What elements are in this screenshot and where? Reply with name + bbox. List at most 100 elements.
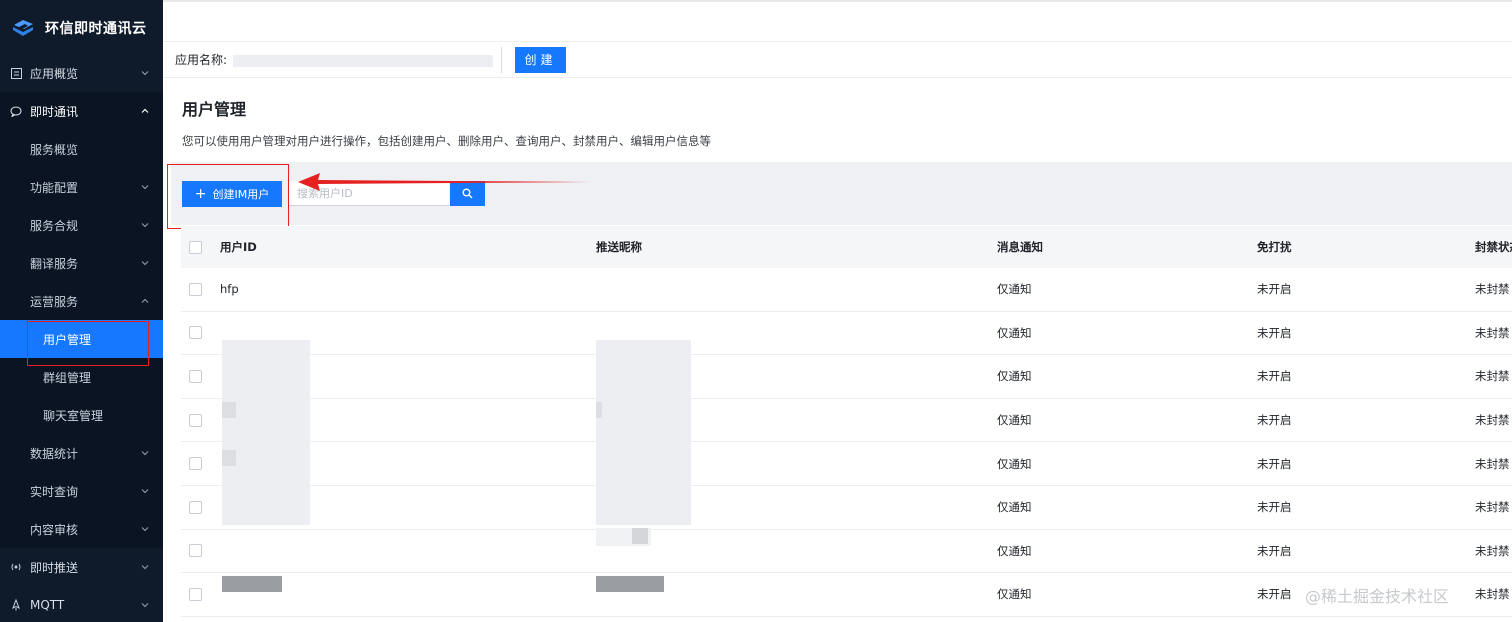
select-all-cell	[189, 226, 202, 268]
ban-status-cell: 未封禁	[1475, 413, 1510, 428]
redaction-mask	[222, 402, 236, 418]
chevron-down-icon	[141, 223, 149, 228]
row-checkbox[interactable]	[189, 413, 202, 427]
dnd-cell: 未开启	[1257, 500, 1292, 515]
chevron-up-icon	[141, 108, 149, 113]
redacted-app-name	[233, 54, 494, 67]
sidebar-item-push[interactable]: 即时推送	[0, 548, 163, 586]
sidebar-item-translation[interactable]: 翻译服务	[0, 244, 163, 282]
column-header-ban-status[interactable]: 封禁状态	[1475, 226, 1512, 268]
brand[interactable]: 环信即时通讯云	[0, 0, 163, 56]
notify-cell: 仅通知	[997, 282, 1032, 297]
create-button[interactable]: 创建	[515, 46, 567, 73]
sidebar-item-compliance[interactable]: 服务合规	[0, 206, 163, 244]
row-select-cell	[189, 486, 202, 529]
table-row[interactable]: 仅通知 未开启 未封禁	[181, 311, 1512, 356]
row-select-cell	[189, 312, 202, 355]
dnd-cell: 未开启	[1257, 325, 1292, 340]
sidebar-item-feature-config[interactable]: 功能配置	[0, 168, 163, 206]
redaction-mask	[632, 528, 648, 544]
column-header-dnd[interactable]: 免打扰	[1257, 226, 1292, 268]
sidebar-item-label: 用户管理	[43, 332, 92, 347]
select-all-checkbox[interactable]	[189, 240, 202, 254]
sidebar-item-label: 服务概览	[30, 142, 79, 157]
sidebar-item-service-overview[interactable]: 服务概览	[0, 130, 163, 168]
sidebar-item-moderation[interactable]: 内容审核	[0, 510, 163, 548]
redaction-mask	[222, 355, 310, 525]
column-header-user-id[interactable]: 用户ID	[220, 226, 257, 268]
table-row[interactable]: hfp 仅通知 未开启 未封禁	[181, 268, 1512, 312]
chevron-down-icon	[141, 261, 149, 266]
sidebar-item-group-management[interactable]: 群组管理	[0, 358, 163, 396]
table-row[interactable]: 仅通知 未开启 未封禁	[181, 398, 1512, 443]
ban-status-cell: 未封禁	[1475, 587, 1510, 602]
page-description: 您可以使用用户管理对用户进行操作，包括创建用户、删除用户、查询用户、封禁用户、编…	[182, 134, 711, 148]
sidebar-item-user-management[interactable]: 用户管理	[0, 320, 163, 358]
push-icon	[10, 561, 22, 573]
row-checkbox[interactable]	[189, 326, 202, 340]
ban-status-cell: 未封禁	[1475, 500, 1510, 515]
redaction-mask	[596, 402, 602, 418]
overview-icon	[10, 67, 22, 79]
row-select-cell	[189, 530, 202, 573]
plus-icon: +	[194, 186, 207, 202]
notify-cell: 仅通知	[997, 325, 1032, 340]
app-window: 环信即时通讯云 应用概览 即时通讯 服务概览 功能配置 服务合规 翻译服务 运营…	[0, 0, 1512, 622]
sidebar-item-statistics[interactable]: 数据统计	[0, 434, 163, 472]
brand-logo-icon	[13, 20, 33, 36]
user-id-cell: hfp	[220, 282, 239, 297]
sidebar-item-mqtt[interactable]: MQTT	[0, 586, 163, 622]
sidebar-item-label: 翻译服务	[30, 256, 79, 271]
watermark: @稀土掘金技术社区	[1305, 587, 1450, 606]
sidebar-item-app-overview[interactable]: 应用概览	[0, 54, 163, 92]
dnd-cell: 未开启	[1257, 587, 1292, 602]
row-select-cell	[189, 399, 202, 442]
table-row[interactable]: 仅通知 未开启 未封禁	[181, 355, 1512, 399]
sidebar-item-operations[interactable]: 运营服务	[0, 282, 163, 320]
table-row[interactable]: 仅通知 未开启 未封禁	[181, 529, 1512, 574]
row-select-cell	[189, 442, 202, 485]
page-title: 用户管理	[182, 100, 247, 119]
row-checkbox[interactable]	[189, 587, 202, 601]
table-row[interactable]: 仅通知 未开启 未封禁	[181, 485, 1512, 530]
chevron-down-icon	[141, 603, 149, 608]
row-checkbox[interactable]	[189, 544, 202, 558]
sidebar-item-chatroom-management[interactable]: 聊天室管理	[0, 396, 163, 434]
table-header: 用户ID 推送昵称 消息通知 免打扰 封禁状态	[181, 226, 1512, 268]
row-checkbox[interactable]	[189, 282, 202, 296]
sidebar-item-label: MQTT	[30, 598, 65, 612]
sidebar-item-label: 实时查询	[30, 484, 79, 499]
ban-status-cell: 未封禁	[1475, 456, 1510, 471]
search-button[interactable]	[450, 181, 485, 206]
sidebar-item-realtime-query[interactable]: 实时查询	[0, 472, 163, 510]
sidebar-item-label: 数据统计	[30, 446, 79, 461]
row-checkbox[interactable]	[189, 369, 202, 383]
column-header-notify[interactable]: 消息通知	[997, 226, 1043, 268]
sidebar-item-label: 服务合规	[30, 218, 79, 233]
search-user-id-input[interactable]	[289, 181, 449, 206]
table-body: hfp 仅通知 未开启 未封禁 仅通知 未开启 未封禁 仅通知 未开启 未封禁 仅通知 未开启 未封禁仅…	[181, 268, 1512, 617]
chevron-down-icon	[141, 489, 149, 494]
create-im-user-button[interactable]: + 创建IM用户	[182, 181, 282, 207]
row-checkbox[interactable]	[189, 500, 202, 514]
ban-status-cell: 未封禁	[1475, 325, 1510, 340]
sidebar: 环信即时通讯云 应用概览 即时通讯 服务概览 功能配置 服务合规 翻译服务 运营…	[0, 0, 163, 622]
column-header-nickname[interactable]: 推送昵称	[596, 226, 642, 268]
row-checkbox[interactable]	[189, 457, 202, 471]
redaction-mask	[596, 576, 664, 592]
table-row[interactable]: 仅通知 未开启 未封禁	[181, 442, 1512, 486]
sidebar-item-label: 应用概览	[30, 66, 79, 81]
chat-icon	[10, 105, 22, 117]
sidebar-item-label: 群组管理	[43, 370, 92, 385]
sidebar-item-label: 即时通讯	[30, 104, 79, 119]
redaction-mask	[596, 340, 691, 354]
create-im-user-label: 创建IM用户	[212, 188, 270, 201]
notify-cell: 仅通知	[997, 587, 1032, 602]
notify-cell: 仅通知	[997, 413, 1032, 428]
row-select-cell	[189, 573, 202, 616]
notify-cell: 仅通知	[997, 456, 1032, 471]
app-name-select[interactable]	[231, 46, 503, 73]
notify-cell: 仅通知	[997, 543, 1032, 558]
sidebar-item-im[interactable]: 即时通讯	[0, 92, 163, 130]
chevron-down-icon	[141, 71, 149, 76]
